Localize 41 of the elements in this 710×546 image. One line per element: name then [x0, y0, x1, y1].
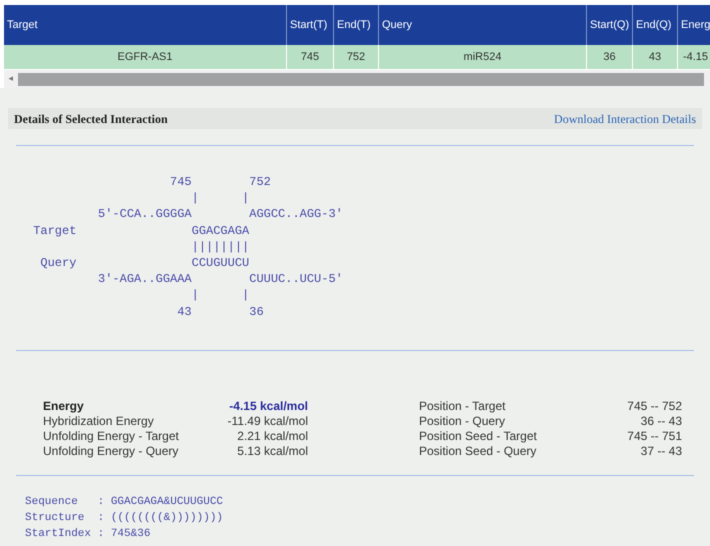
- structure-line: StartIndex : 745&36: [25, 527, 152, 542]
- alignment-line: ||||||||: [190, 238, 250, 255]
- structure-line: Structure : ((((((((&)))))))): [25, 511, 224, 526]
- position-value: 745 -- 752: [627, 399, 682, 414]
- scrollbar-thumb[interactable]: [18, 72, 704, 86]
- table-cell: 43: [633, 45, 678, 69]
- energy-value: 2.21 kcal/mol: [237, 429, 308, 444]
- table-cell: miR524: [379, 45, 587, 69]
- alignment-line: | |: [190, 287, 250, 304]
- download-link[interactable]: Download Interaction Details: [554, 110, 696, 128]
- scrollbar[interactable]: ◂: [4, 70, 710, 88]
- position-value: 37 -- 43: [640, 444, 682, 459]
- table-cell: 36: [587, 45, 633, 69]
- energy-value: -11.49 kcal/mol: [228, 414, 308, 429]
- scroll-left-arrow[interactable]: ◂: [4, 72, 18, 86]
- alignment-line: 5'-CCA..GGGGA AGGCC..AGG-3': [97, 206, 344, 223]
- position-value: 36 -- 43: [640, 414, 682, 429]
- position-label: Position - Target: [419, 399, 506, 414]
- position-value: 745 -- 751: [627, 429, 682, 444]
- energy-label: Unfolding Energy - Query: [43, 444, 178, 459]
- position-label: Position - Query: [419, 414, 506, 429]
- section-title: Details of Selected Interaction: [14, 110, 168, 128]
- energy-value: -4.15 kcal/mol: [229, 399, 308, 414]
- table-cell: 745: [287, 45, 334, 69]
- alignment-line: 3'-AGA..GGAAA CUUUC..UCU-5': [97, 271, 344, 288]
- position-label: Position Seed - Target: [419, 429, 537, 444]
- table-cell: -4.15: [678, 45, 710, 69]
- alignment-line: | |: [190, 190, 250, 206]
- energy-label: Energy: [43, 399, 84, 414]
- table-cell: 752: [334, 45, 379, 69]
- energy-value: 5.13 kcal/mol: [237, 444, 308, 459]
- alignment-line: Query CCUGUUCU: [39, 254, 250, 272]
- structure-line: Sequence : GGACGAGA&UCUUGUCC: [25, 495, 224, 510]
- energy-label: Hybridization Energy: [43, 414, 154, 429]
- table-cell: EGFR-AS1: [4, 45, 287, 69]
- table-row[interactable]: EGFR-AS1 745 752 miR524 36 43 -4.15: [4, 45, 710, 69]
- alignment-line: Target GGACGAGA: [32, 222, 250, 239]
- energy-label: Unfolding Energy - Target: [43, 429, 179, 444]
- alignment-line: 745 752: [169, 174, 272, 190]
- alignment-line: 43 36: [176, 304, 265, 320]
- position-label: Position Seed - Query: [419, 444, 536, 459]
